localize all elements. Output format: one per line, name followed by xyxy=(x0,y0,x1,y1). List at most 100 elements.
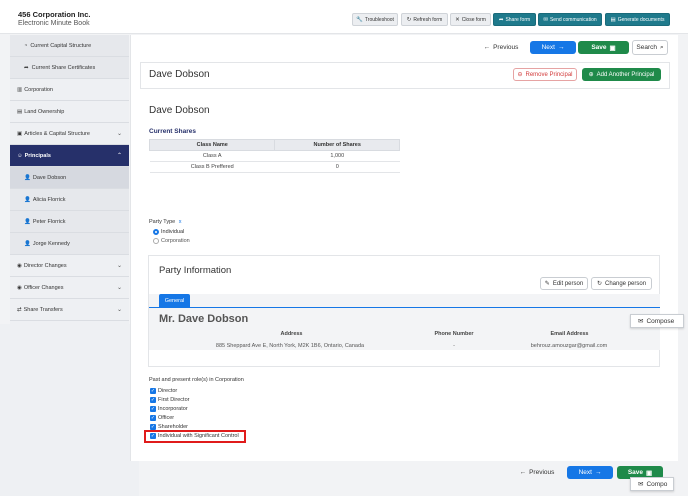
change-person-button[interactable]: ↻ Change person xyxy=(591,277,652,290)
radio-individual[interactable] xyxy=(153,229,159,235)
floppy-icon: ▣ xyxy=(609,44,616,52)
principal-header-card: Dave Dobson ⊖ Remove Principal ⊕ Add Ano… xyxy=(140,62,670,89)
chevron-down-icon: ⌄ xyxy=(116,307,122,313)
remove-principal-button[interactable]: ⊖ Remove Principal xyxy=(513,68,577,81)
tab-general[interactable]: General xyxy=(159,294,190,307)
sidebar-item-corporation[interactable]: ▥ Corporation xyxy=(10,79,129,101)
chevron-down-icon: ⌄ xyxy=(116,131,122,137)
close-icon: ✕ xyxy=(455,16,460,23)
sidebar-item-principals[interactable]: ☺ Principals ⌃ xyxy=(10,145,129,167)
sidebar-item-current-share-certificates[interactable]: ➦ Current Share Certificates xyxy=(10,57,129,79)
add-principal-button[interactable]: ⊕ Add Another Principal xyxy=(582,68,661,81)
party-full-name: Mr. Dave Dobson xyxy=(159,313,249,325)
sidebar-item-jorge-kennedy[interactable]: 👤 Jorge Kennedy xyxy=(10,233,129,255)
radio-corporation-label: Corporation xyxy=(161,238,190,244)
users-icon: ☺ xyxy=(17,152,23,159)
floppy-icon: ▣ xyxy=(646,469,653,477)
director-icon: ◉ xyxy=(17,262,22,269)
shares-col-class-name: Class Name xyxy=(148,139,276,151)
search-button[interactable]: Search ⌕ xyxy=(632,40,668,55)
role-label-officer: Officer xyxy=(158,415,175,421)
sidebar-item-dave-dobson[interactable]: 👤 Dave Dobson xyxy=(10,167,129,189)
edit-person-label: Edit person xyxy=(552,280,584,287)
company-name: 456 Corporation Inc. xyxy=(18,10,91,19)
sidebar-item-label: Share Transfers xyxy=(23,306,63,313)
next-label: Next xyxy=(541,44,555,51)
sidebar-item-peter-florrick[interactable]: 👤 Peter Florrick xyxy=(10,211,129,233)
sidebar-item-current-capital-structure[interactable]: ◔ Current Capital Structure xyxy=(10,35,129,57)
sidebar-item-label: Corporation xyxy=(24,86,53,93)
edit-person-button[interactable]: ✎ Edit person xyxy=(540,277,588,290)
refresh-icon: ↻ xyxy=(596,281,602,287)
checkbox-officer[interactable]: ✓ xyxy=(150,415,156,421)
save-button-top[interactable]: Save ▣ xyxy=(578,41,629,54)
generate-documents-button[interactable]: ▤ Generate documents xyxy=(605,13,670,26)
party-information-title: Party Information xyxy=(159,265,232,276)
building-icon: ▥ xyxy=(17,86,23,93)
troubleshoot-label: Troubleshoot xyxy=(364,16,394,23)
compose-button-bottom[interactable]: ✉ Compo xyxy=(630,477,674,491)
column-phone-header: Phone Number xyxy=(434,331,474,337)
checkbox-director[interactable]: ✓ xyxy=(150,388,156,394)
highlight-box xyxy=(144,430,246,443)
save-label: Save xyxy=(591,44,607,51)
close-form-button[interactable]: ✕ Close form xyxy=(450,13,491,26)
officer-icon: ◉ xyxy=(17,284,22,291)
party-type-text: Party Type xyxy=(149,219,176,225)
table-cell: 1,000 xyxy=(274,150,400,162)
troubleshoot-button[interactable]: 🔧 Troubleshoot xyxy=(352,13,398,26)
sidebar-item-articles-capital-structure[interactable]: ▣ Articles & Capital Structure ⌄ xyxy=(10,123,129,145)
sidebar-item-director-changes[interactable]: ◉ Director Changes ⌄ xyxy=(10,255,129,277)
sidebar-item-label: Jorge Kennedy xyxy=(32,240,70,247)
pie-chart-icon: ◔ xyxy=(24,42,28,49)
change-person-label: Change person xyxy=(605,280,647,287)
sidebar-item-label: Articles & Capital Structure xyxy=(24,130,90,137)
column-address-header: Address xyxy=(280,331,303,337)
email-value: behrouz.amouzgar@gmail.com xyxy=(530,343,608,349)
sidebar-item-share-transfers[interactable]: ⇄ Share Transfers ⌄ xyxy=(10,299,129,321)
previous-button-top[interactable]: ← Previous xyxy=(481,41,521,54)
party-type-label: Party Type x xyxy=(149,219,181,225)
share-icon: ➦ xyxy=(24,64,29,71)
address-value: 885 Sheppard Ave E, North York, M2K 1B6,… xyxy=(215,343,365,349)
refresh-form-button[interactable]: ↻ Refresh form xyxy=(401,13,448,26)
chevron-down-icon: ⌄ xyxy=(116,263,122,269)
compose-button[interactable]: ✉ Compose xyxy=(630,314,684,328)
share-form-button[interactable]: ➦ Share form xyxy=(493,13,536,26)
checkbox-first-director[interactable]: ✓ xyxy=(150,397,156,403)
share-form-label: Share form xyxy=(505,16,531,23)
tab-underline xyxy=(149,307,660,308)
shares-table: Class Name Number of Shares Class A 1,00… xyxy=(148,139,400,173)
radio-corporation[interactable] xyxy=(153,238,159,244)
sidebar-item-label: Peter Florrick xyxy=(32,218,66,225)
arrow-left-icon: ← xyxy=(519,469,527,476)
phone-value: - xyxy=(453,343,455,349)
table-row: Class B Preffered 0 xyxy=(149,161,400,173)
compose-icon: ✉ xyxy=(638,318,644,325)
send-communication-label: Send communication xyxy=(549,16,597,23)
close-form-label: Close form xyxy=(461,16,486,23)
share-icon: ➦ xyxy=(498,16,504,23)
transfer-icon: ⇄ xyxy=(17,306,22,313)
next-button-bottom[interactable]: Next → xyxy=(567,466,613,479)
sidebar-item-label: Alicia Florrick xyxy=(32,196,66,203)
sidebar-item-land-ownership[interactable]: ▤ Land Ownership xyxy=(10,101,129,123)
sidebar-item-label: Principals xyxy=(24,152,51,159)
send-communication-button[interactable]: ✉ Send communication xyxy=(538,13,602,26)
table-row: Class A 1,000 xyxy=(149,150,400,162)
sidebar-item-officer-changes[interactable]: ◉ Officer Changes ⌄ xyxy=(10,277,129,299)
arrow-left-icon: ← xyxy=(483,44,491,51)
chevron-down-icon: ⌄ xyxy=(116,285,122,291)
column-email-header: Email Address xyxy=(550,331,589,337)
previous-button-bottom[interactable]: ← Previous xyxy=(517,466,557,479)
principal-name: Dave Dobson xyxy=(149,69,210,80)
remove-principal-label: Remove Principal xyxy=(525,71,573,78)
sidebar-item-alicia-florrick[interactable]: 👤 Alicia Florrick xyxy=(10,189,129,211)
role-label-director: Director xyxy=(158,388,178,394)
next-button-top[interactable]: Next → xyxy=(530,41,576,54)
table-cell: Class B Preffered xyxy=(149,161,275,173)
checkbox-incorporator[interactable]: ✓ xyxy=(150,406,156,412)
arrow-right-icon: → xyxy=(557,44,565,51)
wrench-icon: 🔧 xyxy=(356,16,363,23)
radio-individual-label: Individual xyxy=(161,229,185,235)
